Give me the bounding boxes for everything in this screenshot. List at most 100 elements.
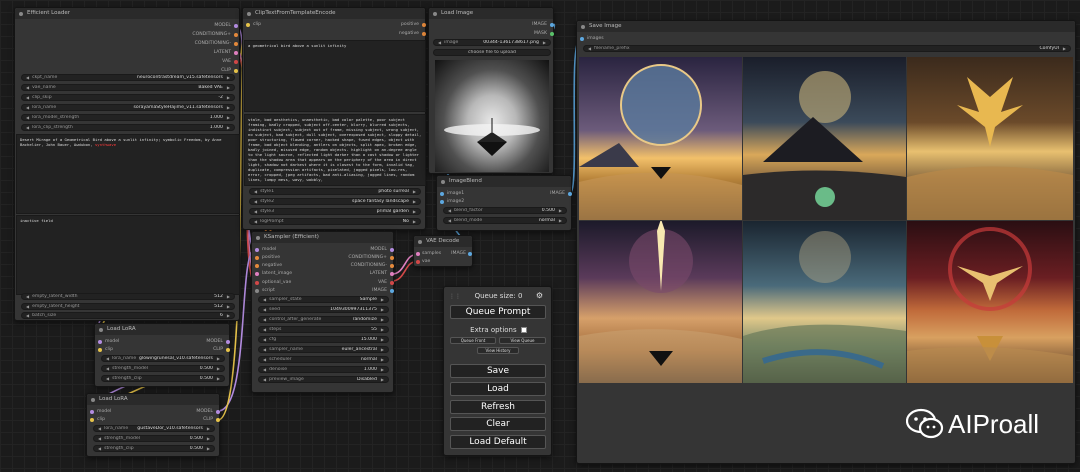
empty-latent-height-widget[interactable]: ◀ empty_latent_height 512 ▶ bbox=[21, 303, 235, 310]
output-image[interactable]: IMAGE bbox=[317, 287, 394, 294]
input-negative[interactable]: negative bbox=[255, 262, 282, 269]
node-title[interactable]: Load Image bbox=[429, 8, 553, 19]
strength-model-widget[interactable]: ◀ strength_model 0.500 ▶ bbox=[101, 365, 225, 372]
style3-widget[interactable]: ◀ style3 primal garden ▶ bbox=[249, 208, 421, 215]
strength-clip-widget[interactable]: ◀ strength_clip 0.500 ▶ bbox=[101, 375, 225, 382]
denoise-widget[interactable]: ◀ denoise 1.000 ▶ bbox=[258, 366, 389, 373]
input-clip[interactable]: clip bbox=[98, 346, 113, 353]
output-vae[interactable]: VAE bbox=[151, 58, 238, 65]
output-conditioning-positive[interactable]: CONDITIONING+ bbox=[317, 254, 394, 261]
output-image[interactable]: IMAGE bbox=[442, 250, 472, 257]
clear-button[interactable]: Clear bbox=[450, 417, 546, 431]
seed-widget[interactable]: ◀ seed 1049300997311375 ▶ bbox=[258, 306, 389, 313]
clip-skip-widget[interactable]: ◀ clip_skip -2 ▶ bbox=[21, 94, 235, 101]
input-latent-image[interactable]: latent_image bbox=[255, 270, 292, 277]
input-clip[interactable]: clip bbox=[90, 416, 105, 423]
input-vae[interactable]: vae bbox=[416, 258, 430, 265]
template-prompt-textarea[interactable]: a geometrical bird above a sunlit infini… bbox=[244, 40, 426, 112]
empty-latent-width-widget[interactable]: ◀ empty_latent_width 512 ▶ bbox=[21, 293, 235, 300]
strength-clip-widget[interactable]: ◀ strength_clip 0.500 ▶ bbox=[93, 445, 215, 452]
style1-widget[interactable]: ◀ style1 photo surreal ▶ bbox=[249, 188, 421, 195]
output-image-4[interactable] bbox=[579, 219, 742, 383]
cfg-widget[interactable]: ◀ cfg 15.000 ▶ bbox=[258, 336, 389, 343]
save-image-node[interactable]: Save Image images ◀ filename_prefix ComfyU… bbox=[576, 20, 1076, 464]
sampler-name-widget[interactable]: ◀ sampler_name euler_ancestral ▶ bbox=[258, 346, 389, 353]
output-positive[interactable]: positive bbox=[359, 21, 426, 28]
output-image-3[interactable] bbox=[907, 57, 1073, 220]
upload-button[interactable]: choose file to upload bbox=[433, 49, 551, 56]
filename-prefix-widget[interactable]: ◀ filename_prefix ComfyUI ▶ bbox=[583, 45, 1071, 52]
lora-name-widget[interactable]: ◀ lora_name gustaveDor_v10.safetensors ▶ bbox=[93, 425, 215, 432]
strength-model-widget[interactable]: ◀ strength_model 0.500 ▶ bbox=[93, 435, 215, 442]
template-negative-textarea[interactable]: stale, bad aesthetics, unaesthetic, bad … bbox=[244, 114, 426, 186]
batch-size-widget[interactable]: ◀ batch_size 6 ▶ bbox=[21, 312, 235, 319]
output-vae[interactable]: VAE bbox=[317, 279, 394, 286]
output-latent[interactable]: LATENT bbox=[151, 49, 238, 56]
output-image-5[interactable] bbox=[743, 221, 906, 383]
input-script[interactable]: script bbox=[255, 287, 275, 294]
node-title[interactable]: VAE Decode bbox=[414, 236, 472, 247]
input-image2[interactable]: image2 bbox=[440, 198, 464, 205]
node-title[interactable]: KSampler (Efficient) bbox=[252, 232, 393, 243]
output-model[interactable]: MODEL bbox=[183, 338, 230, 345]
save-button[interactable]: Save bbox=[450, 364, 546, 378]
view-queue-button[interactable]: View Queue bbox=[499, 337, 546, 344]
input-optional-vae[interactable]: optional_vae bbox=[255, 279, 291, 286]
output-image-6[interactable] bbox=[907, 221, 1073, 383]
efficient-loader-node[interactable]: Efficient Loader MODEL CONDITIONING+ CON… bbox=[14, 7, 240, 321]
output-model[interactable]: MODEL bbox=[317, 246, 394, 253]
log-prompt-widget[interactable]: ◀ logPrompt No ▶ bbox=[249, 218, 421, 225]
load-button[interactable]: Load bbox=[450, 382, 546, 396]
queue-front-button[interactable]: Queue Front bbox=[450, 337, 496, 344]
input-images[interactable]: images bbox=[580, 35, 604, 42]
node-title[interactable]: Efficient Loader bbox=[15, 8, 239, 19]
output-image[interactable]: IMAGE bbox=[525, 190, 572, 197]
vae-name-widget[interactable]: ◀ vae_name Baked VAE ▶ bbox=[21, 84, 235, 91]
image-blend-node[interactable]: ImageBlend image1 image2 IMAGE ◀ blend_fa… bbox=[436, 175, 572, 231]
ckpt-name-widget[interactable]: ◀ ckpt_name neurocontrastdream_v15.safeten… bbox=[21, 74, 235, 81]
input-image1[interactable]: image1 bbox=[440, 190, 464, 197]
image-select-widget[interactable]: ◀ image 00344-1361738617.png ▶ bbox=[433, 39, 551, 46]
output-image[interactable]: IMAGE bbox=[487, 21, 554, 28]
input-clip[interactable]: clip bbox=[246, 21, 261, 28]
output-clip[interactable]: CLIP bbox=[173, 416, 220, 423]
queue-prompt-button[interactable]: Queue Prompt bbox=[450, 305, 546, 319]
blend-mode-widget[interactable]: ◀ blend_mode normal ▶ bbox=[443, 217, 567, 224]
node-title[interactable]: ClipTextFromTemplateEncode bbox=[243, 8, 425, 19]
ksampler-node[interactable]: KSampler (Efficient) model positive nega… bbox=[251, 231, 394, 393]
output-clip[interactable]: CLIP bbox=[183, 346, 230, 353]
load-image-node[interactable]: Load Image IMAGE MASK ◀ image 00344-136173… bbox=[428, 7, 554, 174]
output-latent[interactable]: LATENT bbox=[317, 270, 394, 277]
input-model[interactable]: model bbox=[255, 246, 276, 253]
load-default-button[interactable]: Load Default bbox=[450, 435, 546, 449]
node-title[interactable]: ImageBlend bbox=[437, 176, 571, 187]
output-image-1[interactable] bbox=[579, 57, 742, 220]
output-conditioning-negative[interactable]: CONDITIONING- bbox=[151, 40, 238, 47]
lora-model-strength-widget[interactable]: ◀ lora_model_strength 1.000 ▶ bbox=[21, 114, 235, 121]
view-history-button[interactable]: View History bbox=[477, 347, 519, 354]
control-after-generate-widget[interactable]: ◀ control_after_generate randomize ▶ bbox=[258, 316, 389, 323]
blend-factor-widget[interactable]: ◀ blend_factor 0.500 ▶ bbox=[443, 207, 567, 214]
load-lora-node-1[interactable]: Load LoRA model clip MODEL CLIP ◀ lora_na… bbox=[94, 323, 230, 387]
output-clip[interactable]: CLIP bbox=[151, 67, 238, 74]
negative-prompt-textarea[interactable]: inactive field bbox=[16, 215, 240, 295]
input-samples[interactable]: samples bbox=[416, 250, 441, 257]
input-positive[interactable]: positive bbox=[255, 254, 280, 261]
vae-decode-node[interactable]: VAE Decode samples vae IMAGE bbox=[413, 235, 473, 267]
clip-text-template-node[interactable]: ClipTextFromTemplateEncode clip positive… bbox=[242, 7, 426, 230]
lora-clip-strength-widget[interactable]: ◀ lora_clip_strength 1.000 ▶ bbox=[21, 124, 235, 131]
extra-options-checkbox[interactable] bbox=[520, 327, 527, 333]
preview-image-widget[interactable]: ◀ preview_image Disabled ▶ bbox=[258, 376, 389, 383]
load-lora-node-2[interactable]: Load LoRA model clip MODEL CLIP ◀ lora_na… bbox=[86, 393, 220, 457]
output-model[interactable]: MODEL bbox=[173, 408, 220, 415]
output-model[interactable]: MODEL bbox=[151, 22, 238, 29]
node-title[interactable]: Save Image bbox=[577, 21, 1075, 32]
lora-name-widget[interactable]: ◀ lora_name sorayamaStyleHajime_v11.safete… bbox=[21, 104, 235, 111]
output-negative[interactable]: negative bbox=[359, 30, 426, 37]
output-image-2[interactable] bbox=[743, 57, 906, 220]
sampler-state-widget[interactable]: ◀ sampler_state Sample ▶ bbox=[258, 296, 389, 303]
refresh-button[interactable]: Refresh bbox=[450, 400, 546, 414]
node-title[interactable]: Load LoRA bbox=[87, 394, 219, 405]
output-conditioning-negative[interactable]: CONDITIONING- bbox=[317, 262, 394, 269]
settings-gear-icon[interactable]: ⚙ bbox=[536, 291, 543, 300]
